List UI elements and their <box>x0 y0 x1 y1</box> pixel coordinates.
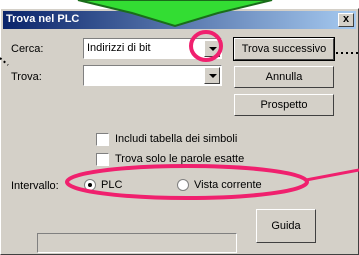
prospect-button[interactable]: Prospetto <box>234 94 334 116</box>
interval-label: Intervallo: <box>11 180 59 192</box>
progress-bar <box>37 233 237 253</box>
include-symbols-label: Includi tabella dei simboli <box>115 133 238 145</box>
close-button[interactable]: x <box>338 13 354 27</box>
find-next-label: Trova successivo <box>241 43 327 55</box>
screenshot-stage: Trova nel PLC x Cerca: Indirizzi di bit … <box>0 0 359 255</box>
find-label: Trova: <box>11 71 42 83</box>
include-symbols-checkbox[interactable] <box>96 133 109 146</box>
search-label: Cerca: <box>11 43 44 55</box>
help-label: Guida <box>271 220 301 232</box>
cancel-button[interactable]: Annulla <box>234 66 334 88</box>
plc-radio-label: PLC <box>101 179 123 191</box>
find-next-button[interactable]: Trova successivo <box>233 37 335 61</box>
dialog-title: Trova nel PLC <box>6 13 80 25</box>
find-combo[interactable] <box>83 65 222 86</box>
chevron-down-icon[interactable] <box>204 40 220 57</box>
current-view-radio[interactable] <box>177 179 189 191</box>
plc-radio[interactable] <box>84 179 96 191</box>
prospect-label: Prospetto <box>260 99 308 111</box>
cancel-label: Annulla <box>265 71 303 83</box>
whole-word-checkbox[interactable] <box>96 153 109 166</box>
find-in-plc-dialog: Trova nel PLC x Cerca: Indirizzi di bit … <box>0 8 359 255</box>
search-combo-value: Indirizzi di bit <box>87 42 151 54</box>
dialog-titlebar: Trova nel PLC x <box>3 11 356 29</box>
whole-word-label: Trova solo le parole esatte <box>115 153 245 165</box>
help-button[interactable]: Guida <box>256 209 316 243</box>
search-combo[interactable]: Indirizzi di bit <box>83 38 222 59</box>
chevron-down-icon[interactable] <box>204 67 220 84</box>
current-view-radio-label: Vista corrente <box>194 179 262 191</box>
